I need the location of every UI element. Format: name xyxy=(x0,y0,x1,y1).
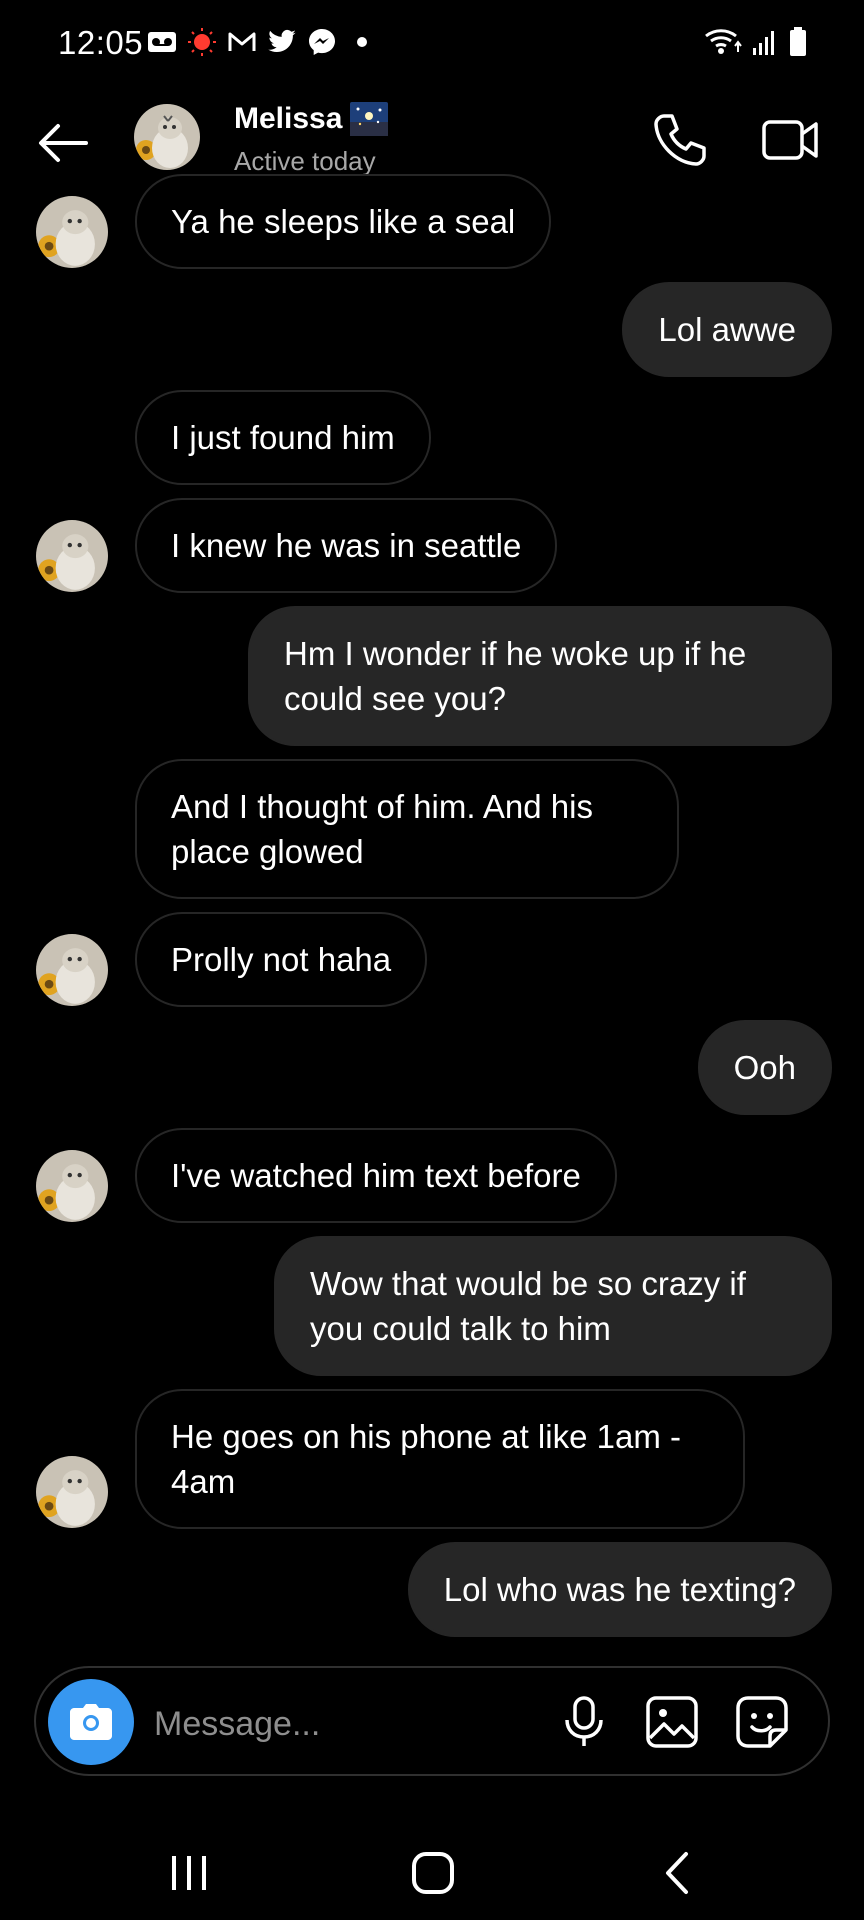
message-composer xyxy=(34,1666,830,1776)
sender-avatar[interactable] xyxy=(36,1150,108,1222)
incoming-message[interactable]: And I thought of him. And his place glow… xyxy=(135,759,679,899)
sender-avatar[interactable] xyxy=(36,520,108,592)
contact-name: Melissa xyxy=(234,102,343,135)
signal-icon xyxy=(752,28,778,61)
outgoing-message[interactable]: Ooh xyxy=(697,1020,832,1115)
screen: 12:05 Melissa Active today Ya he sleeps … xyxy=(0,0,864,1920)
contact-avatar[interactable] xyxy=(134,104,200,170)
contact-name-row[interactable]: Melissa xyxy=(234,102,389,136)
gmail-icon xyxy=(226,26,258,58)
incoming-message[interactable]: I've watched him text before xyxy=(135,1128,617,1223)
sender-avatar[interactable] xyxy=(36,196,108,268)
incoming-message[interactable]: Prolly not haha xyxy=(135,912,428,1007)
system-nav-bar xyxy=(0,1810,864,1920)
back-icon[interactable] xyxy=(656,1850,702,1896)
system-icons xyxy=(704,26,808,63)
status-bar: 12:05 xyxy=(0,0,864,90)
video-camera-icon[interactable] xyxy=(760,110,822,170)
record-icon xyxy=(186,26,218,58)
outgoing-message[interactable]: Lol awwe xyxy=(622,282,832,377)
outgoing-message[interactable]: Lol who was he texting? xyxy=(407,1542,832,1637)
incoming-message[interactable]: I knew he was in seattle xyxy=(135,498,558,593)
outgoing-message[interactable]: Wow that would be so crazy if you could … xyxy=(274,1236,832,1376)
phone-icon[interactable] xyxy=(650,110,710,170)
incoming-message[interactable]: He goes on his phone at like 1am - 4am xyxy=(135,1389,745,1529)
sender-avatar[interactable] xyxy=(36,934,108,1006)
voicemail-icon xyxy=(146,26,178,58)
message-input[interactable] xyxy=(152,1698,556,1750)
battery-icon xyxy=(788,27,808,62)
back-arrow-icon[interactable] xyxy=(34,114,92,172)
status-time: 12:05 xyxy=(58,24,144,61)
night-sky-emoji-icon xyxy=(350,102,389,136)
wifi-icon xyxy=(704,26,742,63)
messenger-icon xyxy=(306,26,338,58)
camera-icon[interactable] xyxy=(48,1679,134,1765)
recents-icon[interactable] xyxy=(166,1850,212,1896)
notification-icons xyxy=(146,26,378,58)
incoming-message[interactable]: Ya he sleeps like a seal xyxy=(135,174,552,269)
dot-icon xyxy=(346,26,378,58)
gallery-icon[interactable] xyxy=(644,1694,700,1750)
incoming-message[interactable]: I just found him xyxy=(135,390,431,485)
home-icon[interactable] xyxy=(410,1850,456,1896)
microphone-icon[interactable] xyxy=(556,1694,612,1750)
twitter-icon xyxy=(266,26,298,58)
message-thread[interactable]: Ya he sleeps like a seal Lol awwe I just… xyxy=(0,174,864,1656)
sticker-icon[interactable] xyxy=(734,1694,790,1750)
contact-status: Active today xyxy=(234,146,376,176)
outgoing-message[interactable]: Hm I wonder if he woke up if he could se… xyxy=(248,606,832,746)
sender-avatar[interactable] xyxy=(36,1456,108,1528)
